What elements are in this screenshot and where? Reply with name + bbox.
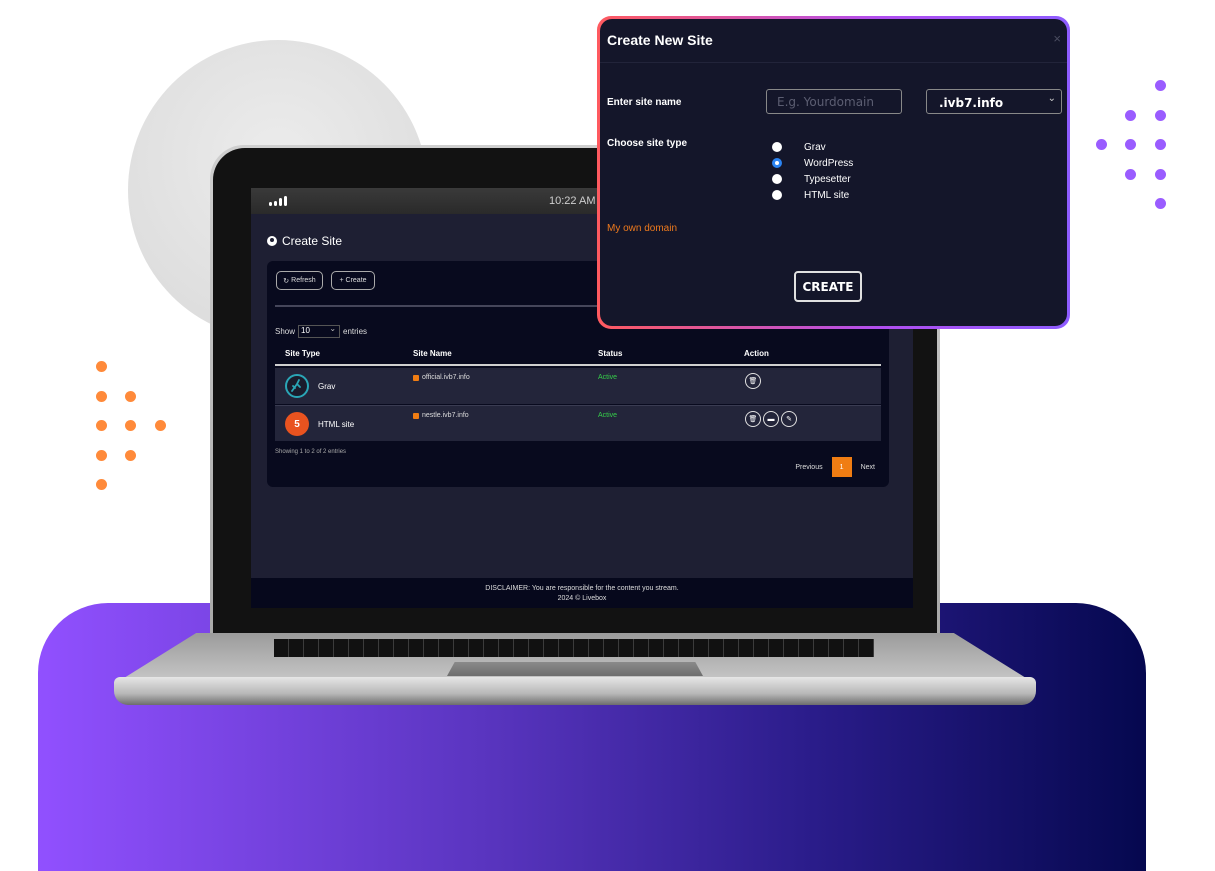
close-icon[interactable]: × <box>1053 31 1061 46</box>
domain-select[interactable]: .ivb7.info ⌄ <box>926 89 1062 114</box>
next-page-button[interactable]: Next <box>861 464 875 471</box>
previous-page-button[interactable]: Previous <box>795 464 822 471</box>
radio-grav[interactable]: Grav <box>772 139 853 155</box>
folder-button[interactable]: ▬ <box>763 411 779 427</box>
external-link-icon <box>413 412 419 419</box>
external-link-icon <box>413 374 419 381</box>
own-domain-link[interactable]: My own domain <box>607 223 677 234</box>
folder-icon: ▬ <box>767 415 775 423</box>
radio-html-site[interactable]: HTML site <box>772 187 853 203</box>
status-badge: Active <box>598 412 618 419</box>
signal-icon <box>269 196 287 206</box>
chevron-down-icon: ⌄ <box>1047 93 1056 104</box>
delete-button[interactable]: 🗑 <box>745 373 761 389</box>
radio-wordpress[interactable]: WordPress <box>772 155 853 171</box>
laptop-keyboard <box>274 639 874 657</box>
table-row: 5 HTML site nestle.ivb7.info Active 🗑 ▬ … <box>275 405 881 441</box>
table-header: Site Type Site Name Status Action <box>275 346 881 366</box>
table-row: Grav official.ivb7.info Active 🗑 <box>275 368 881 404</box>
globe-icon <box>267 236 277 246</box>
disclaimer-text: DISCLAIMER: You are responsible for the … <box>485 585 679 592</box>
site-link[interactable]: official.ivb7.info <box>413 374 470 381</box>
device-time: 10:22 AM <box>549 195 596 207</box>
laptop-base <box>114 633 1036 708</box>
delete-button[interactable]: 🗑 <box>745 411 761 427</box>
site-name-input[interactable] <box>766 89 902 114</box>
site-type-radio-group: Grav WordPress Typesetter HTML site <box>772 139 853 203</box>
pencil-icon: ✎ <box>786 416 792 423</box>
site-name-label: Enter site name <box>607 97 682 108</box>
footer: DISCLAIMER: You are responsible for the … <box>251 578 913 608</box>
table-info: Showing 1 to 2 of 2 entries <box>275 449 347 455</box>
html5-logo-icon: 5 <box>285 412 309 436</box>
pagination: Previous 1 Next <box>795 457 875 477</box>
edit-button[interactable]: ✎ <box>781 411 797 427</box>
entries-length-control: Show 10 entries <box>275 324 367 338</box>
create-site-button[interactable]: + Create <box>331 271 375 290</box>
column-status[interactable]: Status <box>598 349 622 358</box>
trash-icon: 🗑 <box>748 378 758 385</box>
laptop-trackpad <box>447 662 703 676</box>
status-badge: Active <box>598 374 618 381</box>
page-1-button[interactable]: 1 <box>831 457 852 477</box>
site-type-label: Choose site type <box>607 138 688 149</box>
column-site-type[interactable]: Site Type <box>285 349 320 358</box>
site-link[interactable]: nestle.ivb7.info <box>413 412 469 419</box>
refresh-icon: ↻ <box>283 277 290 285</box>
grav-logo-icon <box>285 374 309 398</box>
refresh-button[interactable]: ↻ Refresh <box>276 271 323 290</box>
create-button[interactable]: CREATE <box>794 271 862 302</box>
radio-typesetter[interactable]: Typesetter <box>772 171 853 187</box>
page-title: Create Site <box>267 234 342 248</box>
create-site-modal: Create New Site × Enter site name .ivb7.… <box>597 16 1070 329</box>
modal-title: Create New Site <box>600 19 1067 63</box>
copyright-text: 2024 © Livebox <box>557 595 607 602</box>
trash-icon: 🗑 <box>748 416 758 423</box>
column-site-name[interactable]: Site Name <box>413 349 452 358</box>
column-action[interactable]: Action <box>744 349 769 358</box>
entries-select[interactable]: 10 <box>298 324 341 338</box>
plus-icon: + <box>339 277 344 284</box>
